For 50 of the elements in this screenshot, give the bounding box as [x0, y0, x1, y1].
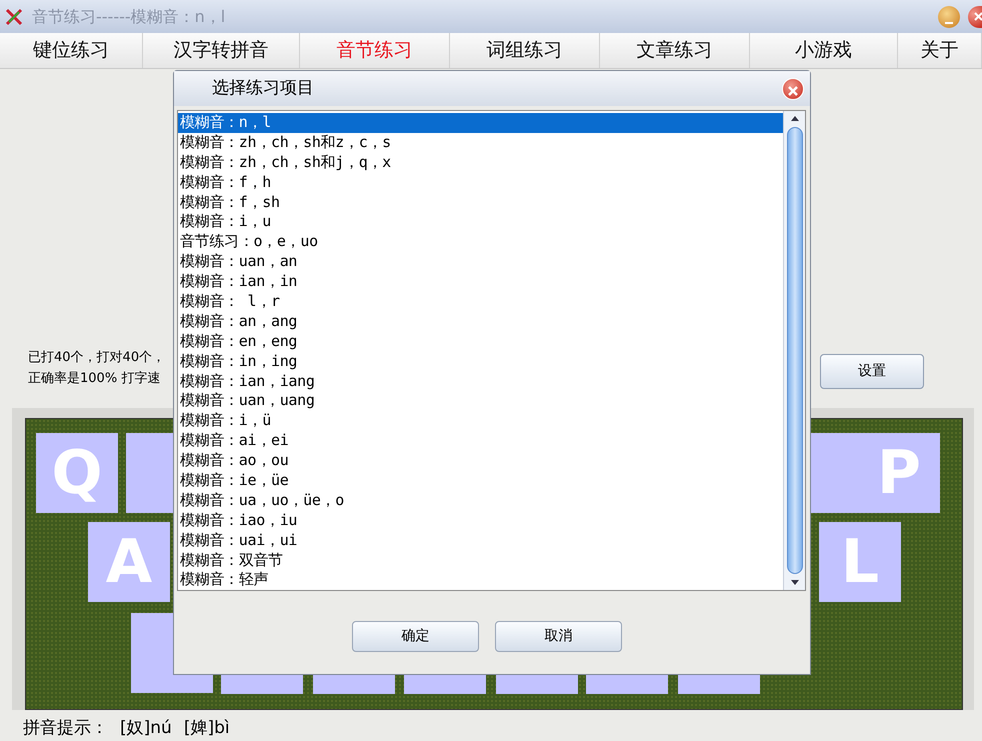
list-item[interactable]: 模糊音：zh，ch，sh和z，c，s — [178, 132, 783, 153]
list-item[interactable]: 模糊音：zh，ch，sh和j，q，x — [178, 152, 783, 173]
key: A — [88, 522, 170, 602]
hint-label: 拼音提示： — [23, 717, 108, 740]
window-title: 音节练习------模糊音：n，l — [32, 6, 226, 28]
key: Q — [36, 433, 118, 513]
app-icon — [4, 6, 24, 26]
list-item[interactable]: 音节练习：o，e，uo — [178, 232, 783, 252]
list-item[interactable]: 模糊音：f，h — [178, 172, 783, 193]
list-item[interactable]: 模糊音：轻声 — [178, 570, 783, 590]
menu-tab[interactable]: 文章练习 — [600, 33, 750, 68]
dialog-button[interactable]: 确定 — [352, 621, 479, 652]
list-item[interactable]: 模糊音：ai，ei — [178, 431, 783, 452]
close-button[interactable] — [968, 6, 982, 28]
pinyin-hint: [婢]bì — [184, 717, 230, 740]
list-item[interactable]: 模糊音：i，u — [178, 212, 783, 232]
list-item[interactable]: 模糊音：ian，in — [178, 272, 783, 292]
list-item[interactable]: 模糊音：i，ü — [178, 411, 783, 432]
menu-tab[interactable]: 键位练习 — [0, 33, 143, 68]
list-item[interactable]: 模糊音： l，r — [178, 292, 783, 312]
menu-tab[interactable]: 音节练习 — [300, 33, 450, 68]
list-item[interactable]: 模糊音：双音节 — [178, 550, 783, 570]
list-item[interactable]: 模糊音：ua，uo，üe，o — [178, 490, 783, 511]
dialog-title: 选择练习项目 — [212, 76, 314, 100]
menu-tab[interactable]: 词组练习 — [450, 33, 600, 68]
list-item[interactable]: 模糊音：in，ing — [178, 352, 783, 372]
menu-tab[interactable]: 小游戏 — [750, 33, 898, 68]
scrollbar[interactable] — [783, 111, 805, 590]
minimize-button[interactable] — [938, 6, 960, 28]
list-item[interactable]: 模糊音：iao，iu — [178, 510, 783, 531]
menu-tab[interactable]: 关于 — [898, 33, 982, 68]
list-item[interactable]: 模糊音：ie，üe — [178, 471, 783, 491]
list-item[interactable]: 模糊音：uan，an — [178, 252, 783, 272]
dialog-button[interactable]: 取消 — [495, 621, 622, 652]
stats-text: 正确率是100% 打字速 — [28, 370, 162, 388]
list-item[interactable]: 模糊音：ao，ou — [178, 451, 783, 472]
stats-text: 已打40个，打对40个， — [28, 349, 166, 367]
list-item[interactable]: 模糊音：n，l — [178, 113, 783, 133]
list-item[interactable]: 模糊音：ian，iang — [178, 372, 783, 392]
key: L — [819, 522, 901, 602]
settings-button[interactable]: 设置 — [820, 354, 924, 389]
list-item[interactable]: 模糊音：an，ang — [178, 312, 783, 332]
minimize-icon — [945, 22, 953, 24]
list-item[interactable]: 模糊音：f，sh — [178, 192, 783, 212]
close-button[interactable] — [782, 78, 804, 100]
menu-tab[interactable]: 汉字转拼音 — [143, 33, 300, 68]
list-item[interactable]: 模糊音：uai，ui — [178, 530, 783, 551]
list-item[interactable]: 模糊音：en，eng — [178, 332, 783, 352]
list-item[interactable]: 模糊音：uan，uang — [178, 391, 783, 412]
pinyin-hint: [奴]nú — [120, 717, 172, 740]
